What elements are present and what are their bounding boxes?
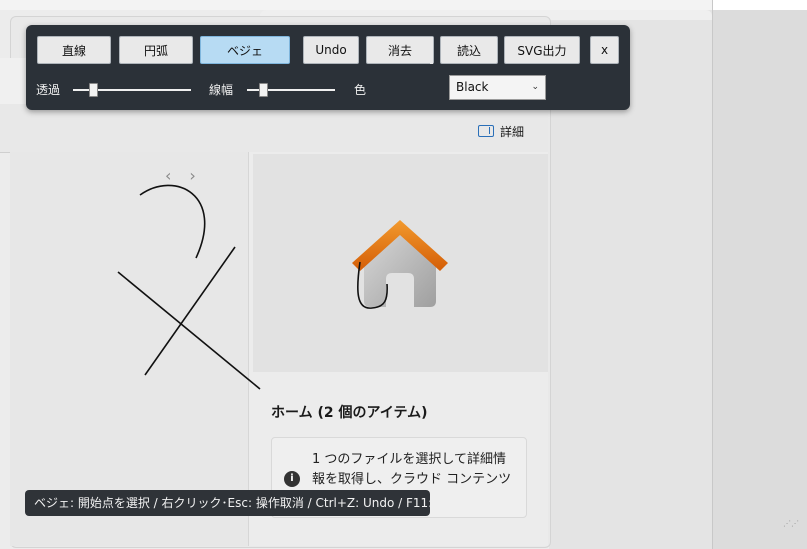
opacity-slider-thumb[interactable] — [89, 83, 98, 97]
details-pane-icon — [478, 125, 494, 137]
preview-title: ホーム (2 個のアイテム) — [271, 405, 428, 421]
chevron-left-icon[interactable]: ‹ — [165, 166, 171, 185]
details-button[interactable]: 詳細 — [478, 122, 524, 140]
width-slider-thumb[interactable] — [259, 83, 268, 97]
color-select[interactable]: Black ⌄ — [449, 75, 546, 100]
arc-tool-button[interactable]: 円弧 — [119, 36, 193, 64]
color-select-value: Black — [456, 80, 489, 94]
color-label: 色 — [354, 83, 367, 97]
line-tool-button[interactable]: 直線 — [37, 36, 111, 64]
explorer-command-area — [0, 104, 548, 153]
opacity-slider[interactable] — [73, 83, 191, 97]
details-label: 詳細 — [500, 124, 525, 139]
chevron-down-icon: ⌄ — [531, 82, 539, 92]
undo-button[interactable]: Undo — [303, 36, 359, 64]
load-button[interactable]: 読込 — [440, 36, 498, 64]
preview-nav: ‹ › — [165, 166, 196, 185]
opacity-label: 透過 — [36, 83, 61, 97]
width-label: 線幅 — [209, 83, 234, 97]
drawing-toolbar: 直線 円弧 ベジェ Undo 消去 読込 SVG出力 x 透過 線幅 色 Bla… — [26, 25, 630, 110]
explorer-file-pane — [10, 152, 249, 546]
toolbar-separator — [430, 37, 433, 64]
clear-button[interactable]: 消去 — [366, 36, 434, 64]
chevron-right-icon[interactable]: › — [189, 166, 195, 185]
side-window-top-strip — [713, 0, 807, 10]
svg-export-button[interactable]: SVG出力 — [504, 36, 580, 64]
bezier-tool-button[interactable]: ベジェ — [200, 36, 290, 64]
desktop-top-strip — [0, 0, 807, 10]
side-window-panel — [712, 0, 807, 549]
close-button[interactable]: x — [590, 36, 619, 64]
resize-grip-icon[interactable]: ⋰⋰ — [783, 519, 799, 529]
home-folder-icon — [352, 220, 448, 307]
info-icon: i — [284, 471, 300, 487]
status-tooltip: ベジェ: 開始点を選択 / 右クリック･Esc: 操作取消 / Ctrl+Z: … — [25, 490, 430, 516]
width-slider[interactable] — [247, 83, 335, 97]
